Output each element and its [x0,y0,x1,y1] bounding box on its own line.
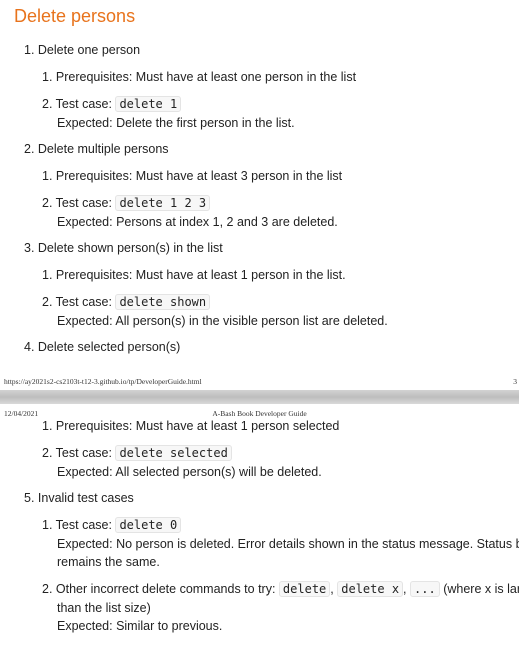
sub-item-prereq: 1. Prerequisites: Must have at least one… [42,70,357,84]
code-command: delete 1 [115,96,182,112]
sub-item-test-case: 2. Test case: delete 1 [42,96,182,112]
code-command: delete [278,581,331,597]
expected-text: Expected: Similar to previous. [57,619,223,633]
list-item-delete-multiple: 2. Delete multiple persons [24,142,169,156]
other-commands-label: 2. Other incorrect delete commands to tr… [42,582,276,596]
sub-item-test-case: 1. Test case: delete 0 [42,517,182,533]
separator: , [403,582,407,596]
test-case-label: 2. Test case: [42,446,112,460]
expected-text: Expected: All person(s) in the visible p… [57,314,388,328]
sub-item-test-case: 2. Test case: delete shown [42,294,211,310]
sub-item-prereq: 1. Prerequisites: Must have at least 1 p… [42,419,340,433]
expected-text: Expected: No person is deleted. Error de… [57,537,519,551]
expected-text: Expected: Persons at index 1, 2 and 3 ar… [57,215,338,229]
expected-text: Expected: Delete the first person in the… [57,116,295,130]
code-command: delete selected [115,445,232,461]
other-commands-cont: than the list size) [57,601,151,615]
test-case-label: 2. Test case: [42,295,112,309]
list-item-delete-selected: 4. Delete selected person(s) [24,340,181,354]
code-command: delete 1 2 3 [115,195,211,211]
sub-item-other-commands: 2. Other incorrect delete commands to tr… [42,581,519,597]
code-command: delete shown [115,294,211,310]
test-case-label: 2. Test case: [42,97,112,111]
sub-item-test-case: 2. Test case: delete 1 2 3 [42,195,211,211]
code-command: ... [410,581,440,597]
separator: , [330,582,334,596]
test-case-label: 2. Test case: [42,196,112,210]
sub-item-prereq: 1. Prerequisites: Must have at least 1 p… [42,268,346,282]
header-title: A-Bash Book Developer Guide [212,409,307,418]
sub-item-prereq: 1. Prerequisites: Must have at least 3 p… [42,169,343,183]
list-item-invalid-cases: 5. Invalid test cases [24,491,134,505]
other-commands-suffix: (where x is larger [443,582,519,596]
page-separator [0,390,519,404]
sub-item-test-case: 2. Test case: delete selected [42,445,232,461]
pdf-page-2: 12/04/2021 A-Bash Book Developer Guide 1… [0,404,519,665]
footer-url: https://ay2021s2-cs2103t-t12-3.github.io… [4,377,202,386]
expected-text: Expected: All selected person(s) will be… [57,465,322,479]
list-item-delete-one: 1. Delete one person [24,43,141,57]
code-command: delete 0 [115,517,182,533]
expected-text-cont: remains the same. [57,555,160,569]
page-number: 3 [513,377,517,386]
section-heading: Delete persons [14,6,136,26]
list-item-delete-shown: 3. Delete shown person(s) in the list [24,241,223,255]
test-case-label: 1. Test case: [42,518,112,532]
pdf-page-1: Delete persons 1. Delete one person 1. P… [0,0,519,390]
code-command: delete x [337,581,404,597]
